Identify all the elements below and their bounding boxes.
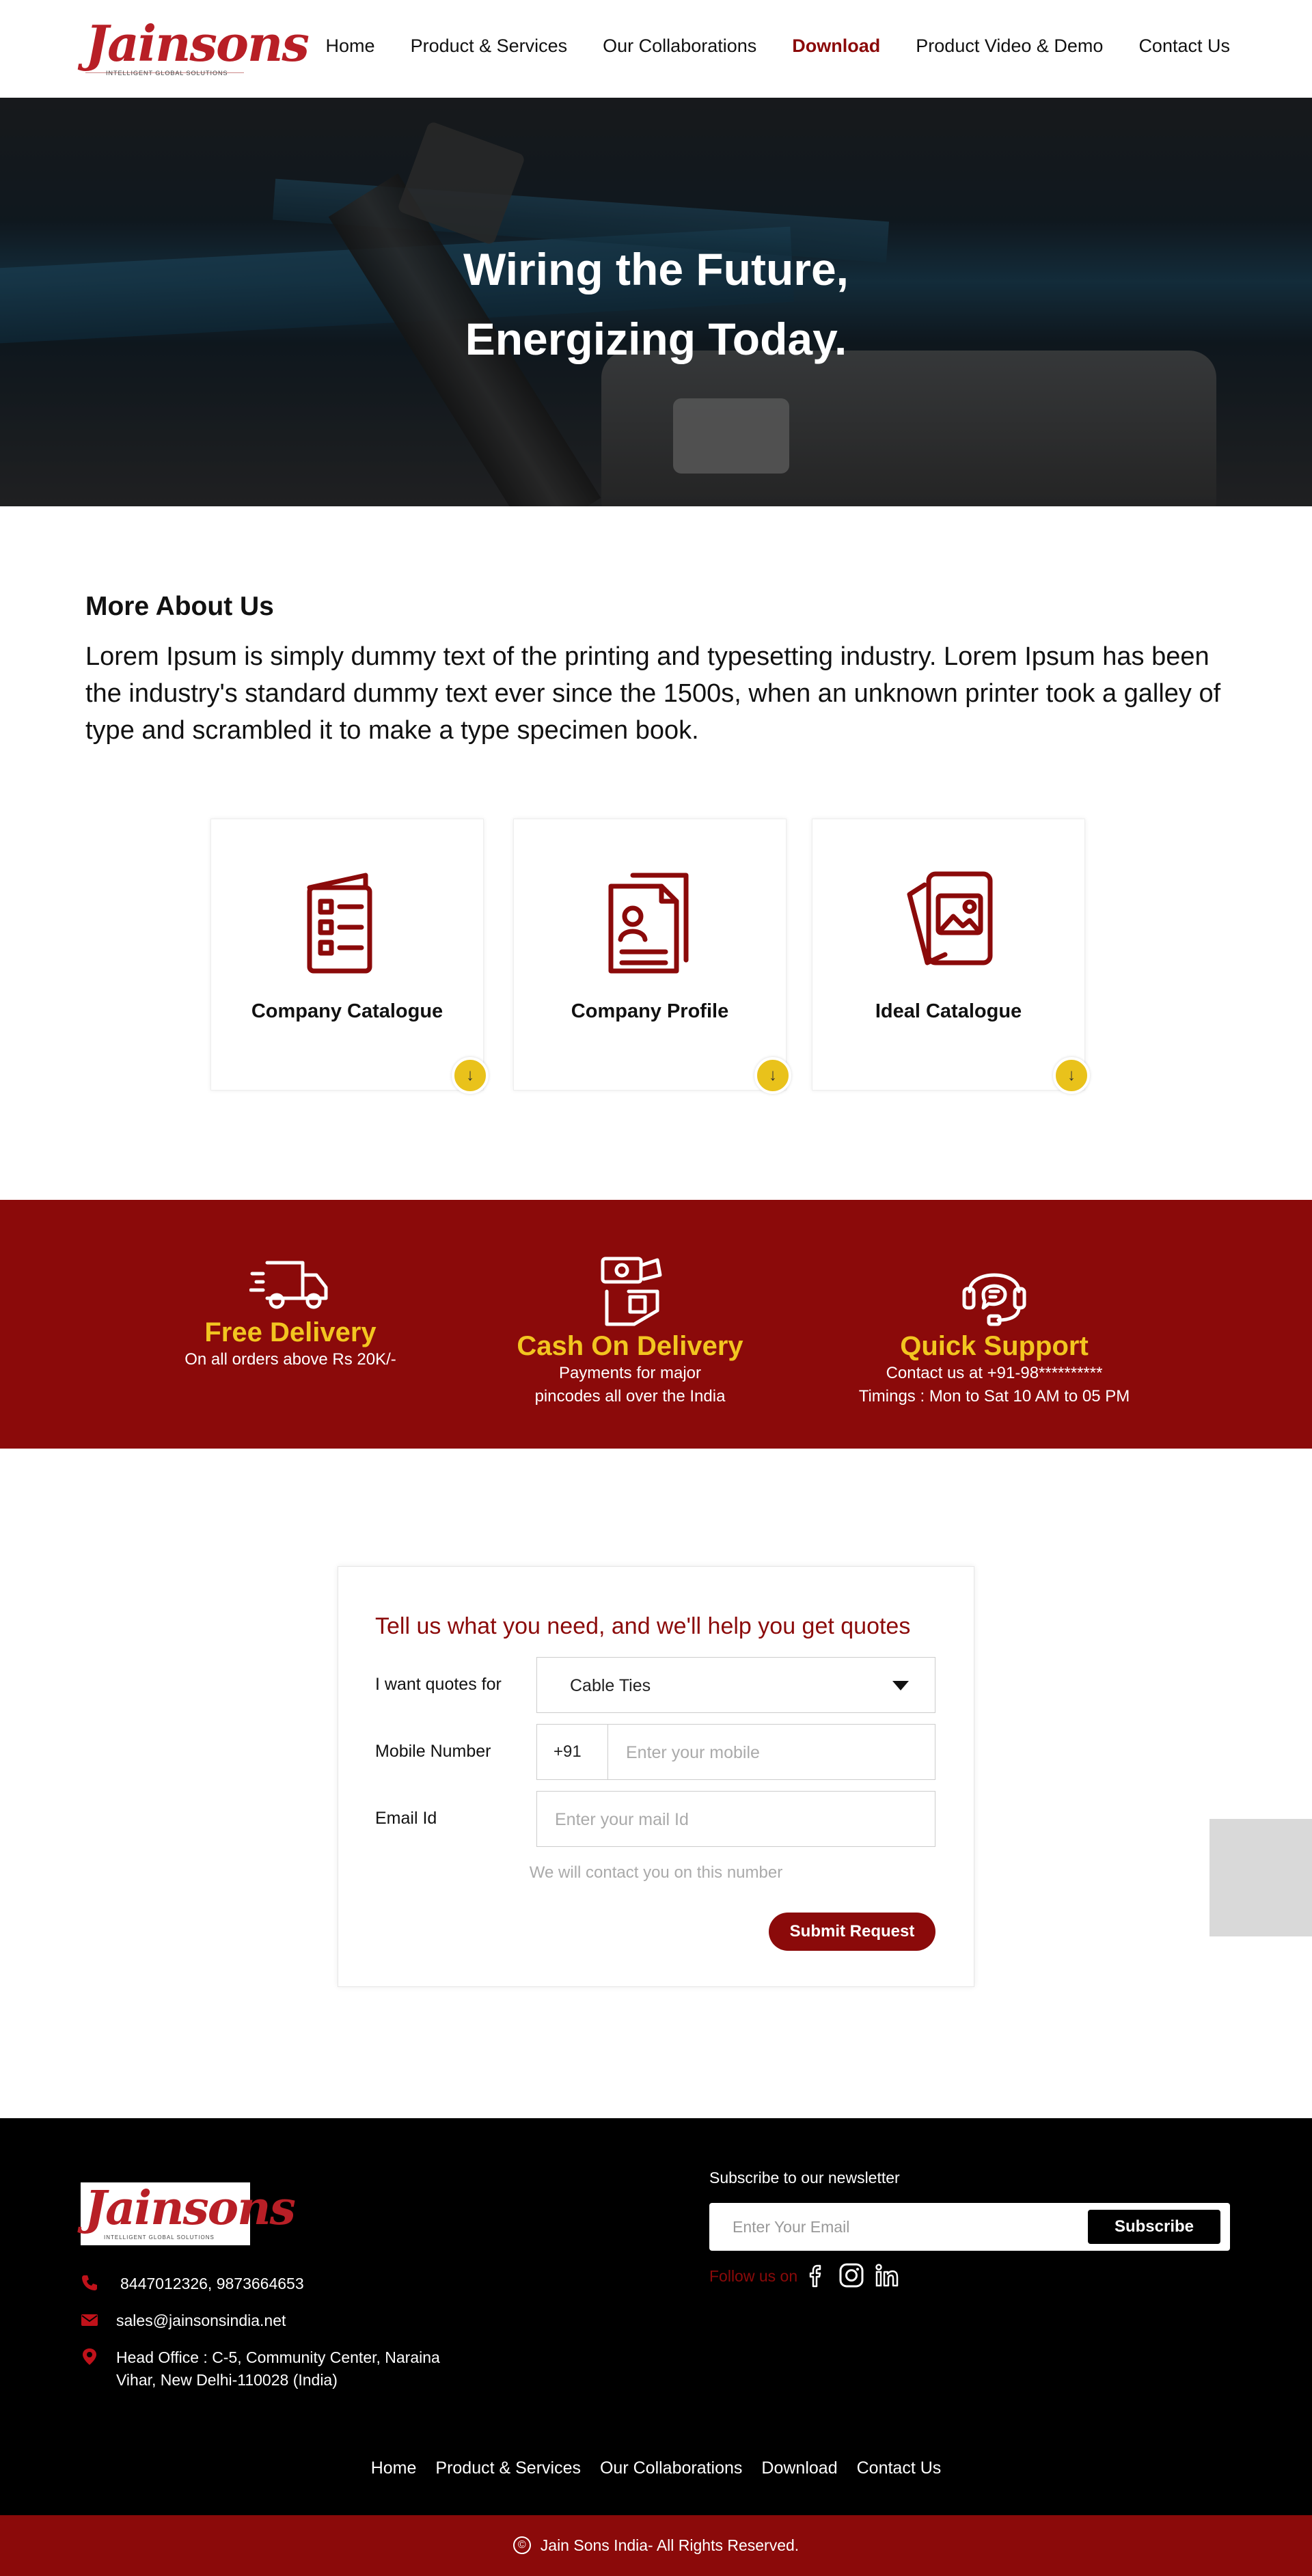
- email-id-label: Email Id: [375, 1809, 437, 1828]
- footer-logo[interactable]: Jainsons INTELLIGENT GLOBAL SOLUTIONS: [81, 2182, 296, 2245]
- footer-link-our-collaborations[interactable]: Our Collaborations: [600, 2458, 742, 2478]
- country-code[interactable]: +91: [537, 1725, 608, 1779]
- feature-title: Cash On Delivery: [517, 1331, 743, 1361]
- feature-line-1: Contact us at +91-98**********: [886, 1364, 1103, 1382]
- contact-hint: We will contact you on this number: [529, 1863, 783, 1882]
- download-card-ideal-catalogue[interactable]: Ideal Catalogue ↓: [812, 819, 1090, 1094]
- hero-title-line-1: Wiring the Future,: [463, 244, 849, 294]
- footer-link-contact-us[interactable]: Contact Us: [857, 2458, 942, 2478]
- phone-icon: [82, 2275, 97, 2290]
- mobile-number-field[interactable]: +91 Enter your mobile: [536, 1724, 935, 1780]
- newsletter-label: Subscribe to our newsletter: [709, 2169, 900, 2187]
- hero-title: Wiring the Future, Energizing Today.: [0, 234, 1312, 374]
- feature-title: Quick Support: [900, 1331, 1089, 1361]
- delivery-truck-icon: [249, 1261, 328, 1309]
- card-title: Ideal Catalogue: [875, 1000, 1022, 1022]
- quotes-for-label: I want quotes for: [375, 1675, 502, 1694]
- feature-line-1: Payments for major: [558, 1364, 702, 1382]
- site-header: Jainsons INTELLIGENT GLOBAL SOLUTIONS Ho…: [0, 0, 1312, 98]
- nav-download[interactable]: Download: [792, 36, 880, 57]
- footer-address-line-2: Vihar, New Delhi-110028 (India): [116, 2371, 338, 2389]
- footer-nav: Home Product & Services Our Collaboratio…: [0, 2458, 1312, 2478]
- footer-phone: 8447012326, 9873664653: [81, 2273, 422, 2296]
- copyright-icon: ©: [512, 2536, 531, 2554]
- quotes-for-select[interactable]: Cable Ties: [536, 1657, 935, 1713]
- logo-tagline: INTELLIGENT GLOBAL SOLUTIONS: [106, 70, 228, 77]
- image-cards-icon: [907, 871, 993, 965]
- feature-line-1: On all orders above Rs 20K/-: [184, 1350, 396, 1369]
- download-card-company-profile[interactable]: Company Profile ↓: [513, 819, 791, 1094]
- subscribe-button[interactable]: Subscribe: [1088, 2210, 1220, 2244]
- download-card-company-catalogue[interactable]: Company Catalogue ↓: [210, 819, 489, 1094]
- site-logo[interactable]: Jainsons INTELLIGENT GLOBAL SOLUTIONS: [85, 18, 310, 79]
- page: Jainsons INTELLIGENT GLOBAL SOLUTIONS Ho…: [0, 0, 1312, 2576]
- logo-wordmark: Jainsons: [85, 14, 310, 72]
- feature-free-delivery: Free Delivery On all orders above Rs 20K…: [154, 1200, 427, 1371]
- submit-request-button[interactable]: Submit Request: [769, 1913, 935, 1951]
- footer-email-text[interactable]: sales@jainsonsindia.net: [116, 2310, 286, 2332]
- nav-contact-us[interactable]: Contact Us: [1138, 36, 1230, 57]
- form-heading: Tell us what you need, and we'll help yo…: [375, 1613, 911, 1639]
- features-band: Free Delivery On all orders above Rs 20K…: [0, 1200, 1312, 1449]
- quotes-for-value: Cable Ties: [570, 1676, 651, 1695]
- main-nav: Home Product & Services Our Collaboratio…: [326, 36, 1230, 57]
- feature-cash-on-delivery: Cash On Delivery Payments for major pinc…: [493, 1200, 767, 1408]
- footer-phone-text[interactable]: 8447012326, 9873664653: [120, 2273, 304, 2295]
- footer-logo-wordmark: Jainsons: [85, 2181, 296, 2236]
- footer-address: Head Office : C-5, Community Center, Nar…: [81, 2346, 559, 2394]
- catalogue-icon: [307, 873, 372, 974]
- location-pin-icon: [83, 2348, 96, 2365]
- footer-link-product-services[interactable]: Product & Services: [435, 2458, 581, 2478]
- download-arrow-icon[interactable]: ↓: [1053, 1057, 1090, 1094]
- footer-link-download[interactable]: Download: [761, 2458, 837, 2478]
- copyright-text: Jain Sons India- All Rights Reserved.: [540, 2536, 800, 2554]
- hero-banner: Wiring the Future, Energizing Today.: [0, 98, 1312, 506]
- about-heading: More About Us: [85, 592, 274, 621]
- chevron-down-icon: [892, 1681, 909, 1690]
- quote-request-form: Tell us what you need, and we'll help yo…: [338, 1566, 974, 1987]
- facebook-icon[interactable]: [804, 2262, 831, 2289]
- download-arrow-icon[interactable]: ↓: [452, 1057, 489, 1094]
- about-text: Lorem Ipsum is simply dummy text of the …: [85, 642, 1221, 745]
- site-footer: Jainsons INTELLIGENT GLOBAL SOLUTIONS 84…: [0, 2118, 1312, 2515]
- newsletter-email-input[interactable]: Enter Your Email: [733, 2218, 849, 2236]
- feature-title: Free Delivery: [204, 1317, 377, 1347]
- nav-product-services[interactable]: Product & Services: [411, 36, 568, 57]
- footer-address-line-1: Head Office : C-5, Community Center, Nar…: [116, 2348, 440, 2366]
- side-tab[interactable]: [1210, 1819, 1312, 1936]
- feature-line-2: pincodes all over the India: [534, 1387, 726, 1406]
- headset-support-icon: [962, 1273, 1026, 1326]
- copyright-bar: © Jain Sons India- All Rights Reserved.: [0, 2515, 1312, 2576]
- feature-line-2: Timings : Mon to Sat 10 AM to 05 PM: [858, 1387, 1130, 1406]
- follow-us-label: Follow us on: [709, 2267, 798, 2285]
- nav-our-collaborations[interactable]: Our Collaborations: [603, 36, 756, 57]
- download-arrow-icon[interactable]: ↓: [754, 1057, 791, 1094]
- card-title: Company Profile: [571, 1000, 729, 1022]
- linkedin-icon[interactable]: [873, 2262, 901, 2289]
- cash-hand-icon: [601, 1257, 662, 1326]
- mobile-input-placeholder[interactable]: Enter your mobile: [626, 1743, 760, 1763]
- nav-home[interactable]: Home: [326, 36, 375, 57]
- card-title: Company Catalogue: [251, 1000, 443, 1022]
- feature-quick-support: Quick Support Contact us at +91-98******…: [823, 1200, 1165, 1408]
- newsletter-form: Enter Your Email Subscribe: [709, 2203, 1230, 2251]
- email-field[interactable]: Enter your mail Id: [536, 1791, 935, 1847]
- profile-document-icon: [608, 873, 689, 974]
- footer-email: sales@jainsonsindia.net: [81, 2310, 422, 2333]
- email-input-placeholder[interactable]: Enter your mail Id: [555, 1810, 689, 1830]
- footer-logo-tagline: INTELLIGENT GLOBAL SOLUTIONS: [104, 2234, 215, 2241]
- instagram-icon[interactable]: [838, 2262, 865, 2289]
- hero-title-line-2: Energizing Today.: [465, 314, 847, 364]
- mobile-number-label: Mobile Number: [375, 1742, 491, 1761]
- nav-product-video-demo[interactable]: Product Video & Demo: [916, 36, 1103, 57]
- mail-icon: [81, 2314, 98, 2326]
- footer-link-home[interactable]: Home: [371, 2458, 417, 2478]
